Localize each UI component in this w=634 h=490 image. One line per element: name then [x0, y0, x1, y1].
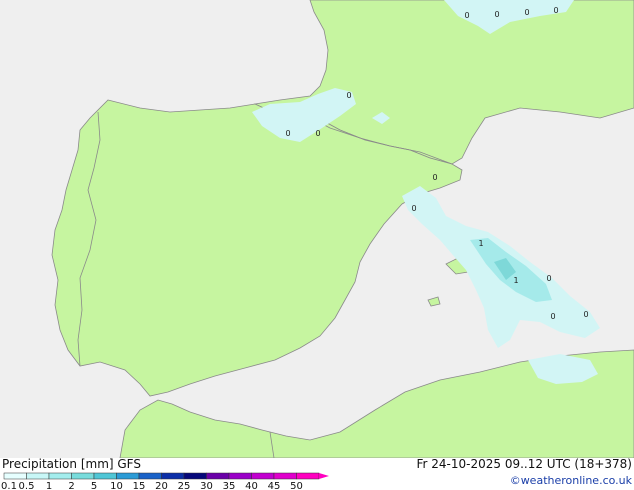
legend-tick-label: 2 — [68, 481, 74, 490]
legend-swatch — [183, 472, 207, 480]
legend-swatch — [273, 472, 297, 480]
value-label: 1 — [478, 239, 483, 248]
legend-colorbar: 0.1 0.5 1 2 5 10 15 20 25 30 35 40 45 50 — [1, 472, 329, 490]
legend-tick-label: 25 — [178, 481, 191, 490]
legend-swatch — [251, 472, 275, 480]
legend-swatch — [26, 472, 50, 480]
legend-tick-label: 30 — [200, 481, 213, 490]
credit: ©weatheronline.co.uk — [509, 474, 632, 487]
legend-tick-label: 10 — [110, 481, 123, 490]
value-label: 0 — [583, 310, 588, 319]
legend-swatch — [138, 472, 162, 480]
legend-swatch — [116, 472, 140, 480]
value-label: 0 — [546, 274, 551, 283]
precipitation-map: 0 0 0 0 0 0 0 0 0 1 1 0 0 0 — [0, 0, 634, 458]
legend-tick-label: 0.1 — [1, 481, 17, 490]
legend-arrow — [319, 473, 329, 479]
forecast-datetime: Fr 24-10-2025 09..12 UTC (18+378) — [416, 457, 632, 471]
legend-tick-label: 35 — [223, 481, 236, 490]
value-label: 0 — [346, 91, 351, 100]
value-label: 0 — [464, 11, 469, 20]
legend-swatch — [3, 472, 27, 480]
legend-tick-label: 5 — [91, 481, 97, 490]
legend-swatch — [228, 472, 252, 480]
map-title: Precipitation [mm] GFS — [2, 457, 141, 471]
legend-tick-label: 40 — [245, 481, 258, 490]
value-label: 0 — [432, 173, 437, 182]
value-label: 0 — [550, 312, 555, 321]
legend-tick-label: 0.5 — [19, 481, 35, 490]
legend-swatch — [206, 472, 230, 480]
value-label: 0 — [315, 129, 320, 138]
legend-swatch — [161, 472, 185, 480]
value-label: 0 — [494, 10, 499, 19]
footer: Precipitation [mm] GFS Fr 24-10-2025 09.… — [0, 457, 634, 490]
legend-tick-label: 45 — [268, 481, 281, 490]
legend-swatch — [296, 472, 320, 480]
legend-swatch — [93, 472, 117, 480]
value-label: 1 — [513, 276, 518, 285]
legend-tick-label: 20 — [155, 481, 168, 490]
legend-tick-label: 15 — [133, 481, 146, 490]
value-label: 0 — [553, 6, 558, 15]
legend-tick-label: 1 — [46, 481, 52, 490]
legend-tick-label: 50 — [290, 481, 303, 490]
legend-swatch — [71, 472, 95, 480]
value-label: 0 — [285, 129, 290, 138]
value-label: 0 — [411, 204, 416, 213]
value-label: 0 — [524, 8, 529, 17]
legend-swatch — [48, 472, 72, 480]
